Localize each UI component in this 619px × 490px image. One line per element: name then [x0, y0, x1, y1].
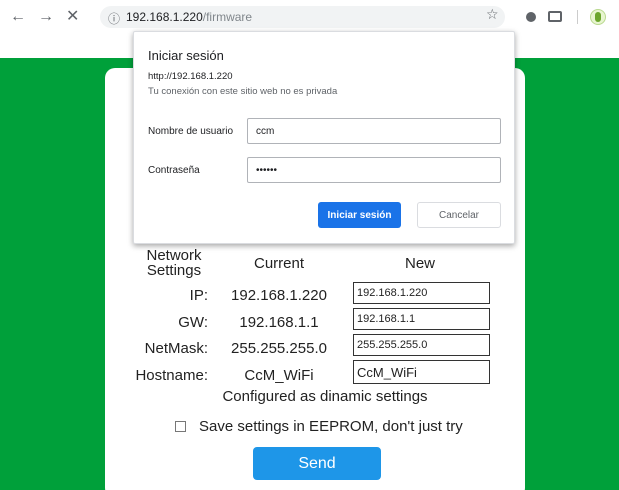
ip-current: 192.168.1.220	[231, 287, 327, 304]
username-input[interactable]	[247, 118, 501, 144]
url-text: 192.168.1.220/firmware	[126, 10, 252, 24]
password-input[interactable]	[247, 157, 501, 183]
url-path: /firmware	[202, 10, 253, 24]
dialog-title: Iniciar sesión	[148, 48, 224, 63]
save-eeprom-label[interactable]: Save settings in EEPROM, don't just try	[199, 418, 463, 435]
username-label: Nombre de usuario	[148, 126, 234, 137]
gw-current: 192.168.1.1	[239, 314, 319, 331]
config-note: Configured as dinamic settings	[222, 388, 428, 405]
send-button[interactable]: Send	[253, 447, 381, 480]
dialog-warning: Tu conexión con este sitio web no es pri…	[148, 86, 338, 97]
netmask-label: NetMask:	[144, 340, 208, 357]
header-new: New	[404, 255, 435, 272]
hostname-current: CcM_WiFi	[244, 367, 314, 384]
login-dialog: Iniciar sesión http://192.168.1.220 Tu c…	[133, 31, 515, 244]
toolbar-divider	[577, 10, 578, 24]
dialog-url: http://192.168.1.220	[148, 71, 233, 82]
evernote-icon[interactable]	[590, 9, 606, 25]
info-icon[interactable]: ⓘ	[108, 10, 120, 27]
close-icon[interactable]: ✕	[66, 8, 79, 26]
url-host: 192.168.1.220	[126, 10, 203, 24]
mail-icon[interactable]	[548, 11, 562, 22]
hostname-label: Hostname:	[135, 367, 208, 384]
address-bar[interactable]: ⓘ 192.168.1.220/firmware	[100, 6, 505, 28]
cancel-button[interactable]: Cancelar	[417, 202, 501, 228]
save-eeprom-checkbox[interactable]	[175, 421, 186, 432]
gw-label: GW:	[178, 314, 208, 331]
netmask-new-input[interactable]	[353, 334, 490, 356]
extension-dot-icon[interactable]	[526, 12, 536, 22]
ip-new-input[interactable]	[353, 282, 490, 304]
forward-icon[interactable]: →	[38, 8, 54, 26]
header-current: Current	[253, 255, 305, 272]
sign-in-button[interactable]: Iniciar sesión	[318, 202, 401, 228]
browser-toolbar: ← → ✕ ⓘ 192.168.1.220/firmware ☆	[0, 0, 619, 34]
gw-new-input[interactable]	[353, 308, 490, 330]
back-icon[interactable]: ←	[10, 8, 26, 26]
header-network-settings: Network Settings	[146, 247, 202, 279]
bookmark-star-icon[interactable]: ☆	[486, 6, 499, 23]
password-label: Contraseña	[148, 165, 200, 176]
hostname-new-input[interactable]	[353, 360, 490, 384]
netmask-current: 255.255.255.0	[231, 340, 327, 357]
ip-label: IP:	[189, 287, 208, 304]
